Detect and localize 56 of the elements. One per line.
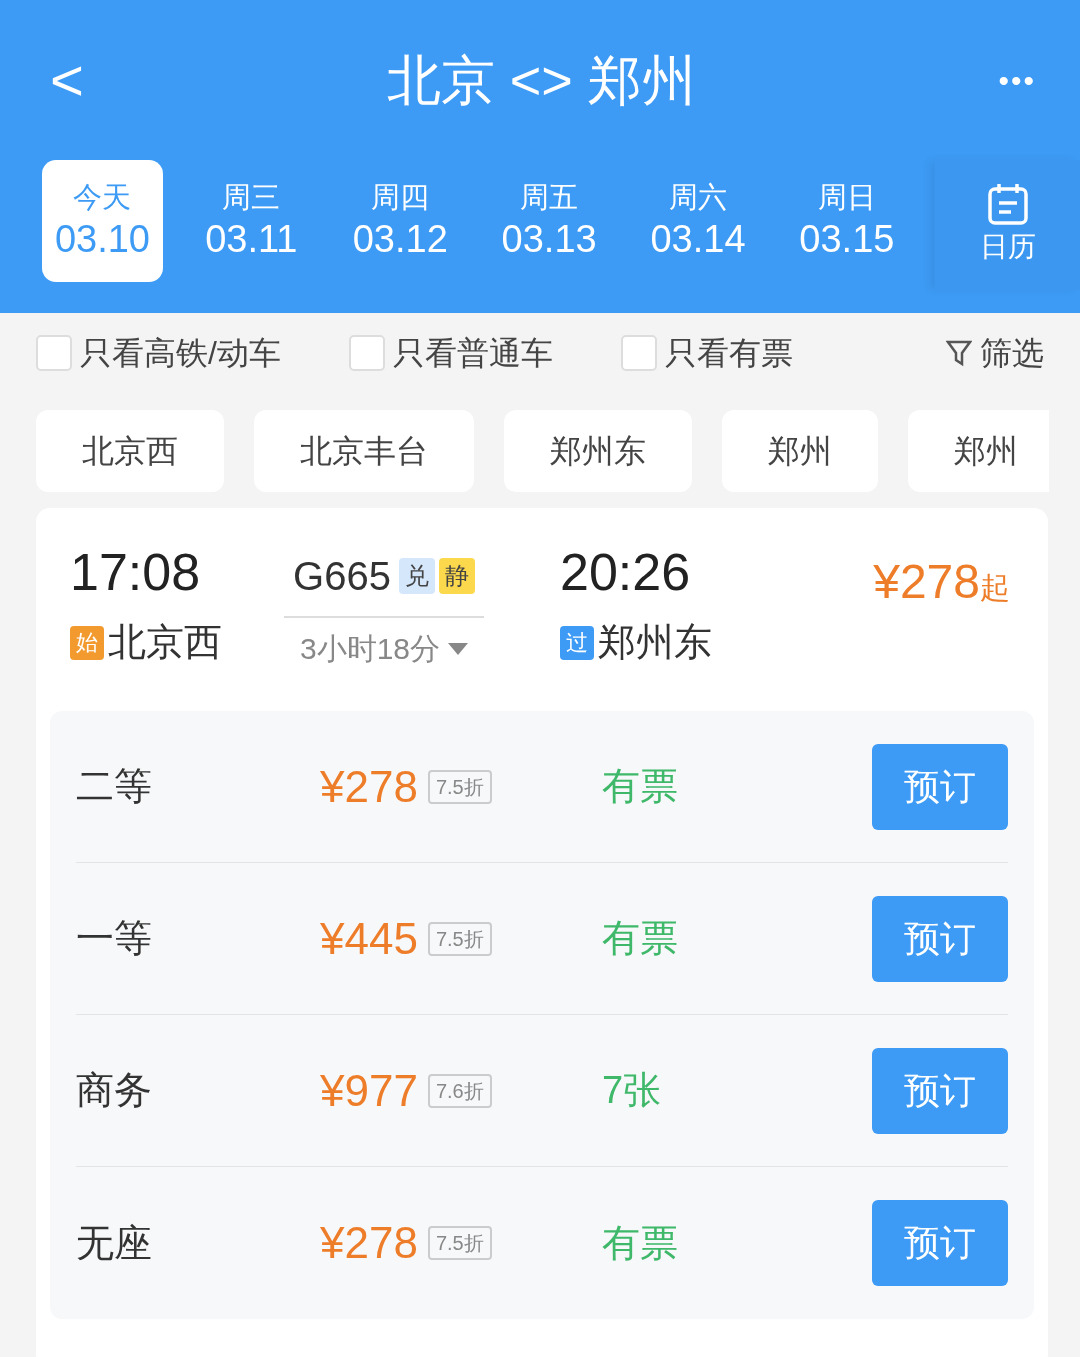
- seat-class: 无座: [76, 1220, 153, 1266]
- station-tag: 过: [560, 625, 594, 660]
- lowest-price: ¥278起: [873, 554, 1010, 610]
- seat-class: 二等: [76, 764, 153, 809]
- page-title: 北京 <> 郑州: [386, 48, 696, 112]
- station-name: 北京西: [108, 620, 222, 665]
- discount-tag: 7.5折: [427, 1226, 492, 1260]
- date-tab[interactable]: 周四 03.12: [339, 160, 461, 282]
- station-chip[interactable]: 北京西: [36, 410, 224, 492]
- discount-tag: 7.6折: [427, 1073, 492, 1108]
- station-chip[interactable]: 郑州: [908, 410, 1049, 492]
- station-chip[interactable]: 郑州: [722, 410, 878, 492]
- station-chip[interactable]: 北京丰台: [254, 410, 474, 492]
- book-button[interactable]: 预订: [872, 743, 1008, 830]
- filter-label: 只看高铁/动车: [80, 334, 281, 373]
- filter-icon: [946, 339, 972, 367]
- duration-toggle[interactable]: 3小时18分: [299, 626, 469, 671]
- caret-icon: [448, 642, 469, 655]
- discount-tag: 7.5折: [427, 769, 492, 804]
- availability: 有票: [602, 764, 679, 809]
- departure-time: 17:08: [70, 546, 202, 598]
- checkbox[interactable]: [620, 335, 657, 371]
- train-number: G665: [293, 553, 391, 600]
- filter-label: 只看普通车: [392, 334, 553, 373]
- availability: 有票: [602, 1220, 679, 1266]
- seat-price: ¥445: [320, 912, 418, 965]
- back-button[interactable]: <: [50, 51, 84, 109]
- discount-tag: 7.5折: [427, 921, 492, 956]
- filter-button[interactable]: 筛选: [946, 329, 1044, 377]
- checkbox[interactable]: [348, 335, 385, 371]
- date-tab[interactable]: 周日 03.15: [786, 160, 908, 282]
- station-tag: 始: [70, 625, 104, 660]
- seat-price: ¥977: [320, 1064, 418, 1117]
- date-tab[interactable]: 周六 03.14: [637, 160, 759, 282]
- checkbox[interactable]: [36, 335, 72, 371]
- date-tab[interactable]: 周五 03.13: [488, 160, 610, 282]
- seat-class: 一等: [76, 916, 153, 961]
- arrival-time: 20:26: [560, 546, 692, 598]
- train-tag: 兑: [398, 558, 435, 594]
- book-button[interactable]: 预订: [872, 1047, 1008, 1134]
- filter-label: 只看有票: [664, 334, 793, 373]
- seat-class: 商务: [76, 1068, 153, 1113]
- date-tab[interactable]: 周三 03.11: [190, 160, 312, 282]
- book-button[interactable]: 预订: [872, 1200, 1008, 1286]
- availability: 7张: [602, 1068, 663, 1113]
- seat-price: ¥278: [320, 1217, 418, 1269]
- calendar-icon: [985, 182, 1030, 226]
- availability: 有票: [602, 916, 679, 961]
- seat-price: ¥278: [320, 760, 418, 813]
- station-chip[interactable]: 郑州东: [504, 410, 692, 492]
- station-name: 郑州东: [598, 620, 712, 665]
- train-tag: 静: [438, 558, 475, 594]
- date-tab[interactable]: 今天 03.10: [42, 160, 163, 282]
- more-button[interactable]: •••: [998, 57, 1036, 103]
- book-button[interactable]: 预订: [872, 895, 1008, 982]
- calendar-button[interactable]: 日历: [935, 160, 1080, 290]
